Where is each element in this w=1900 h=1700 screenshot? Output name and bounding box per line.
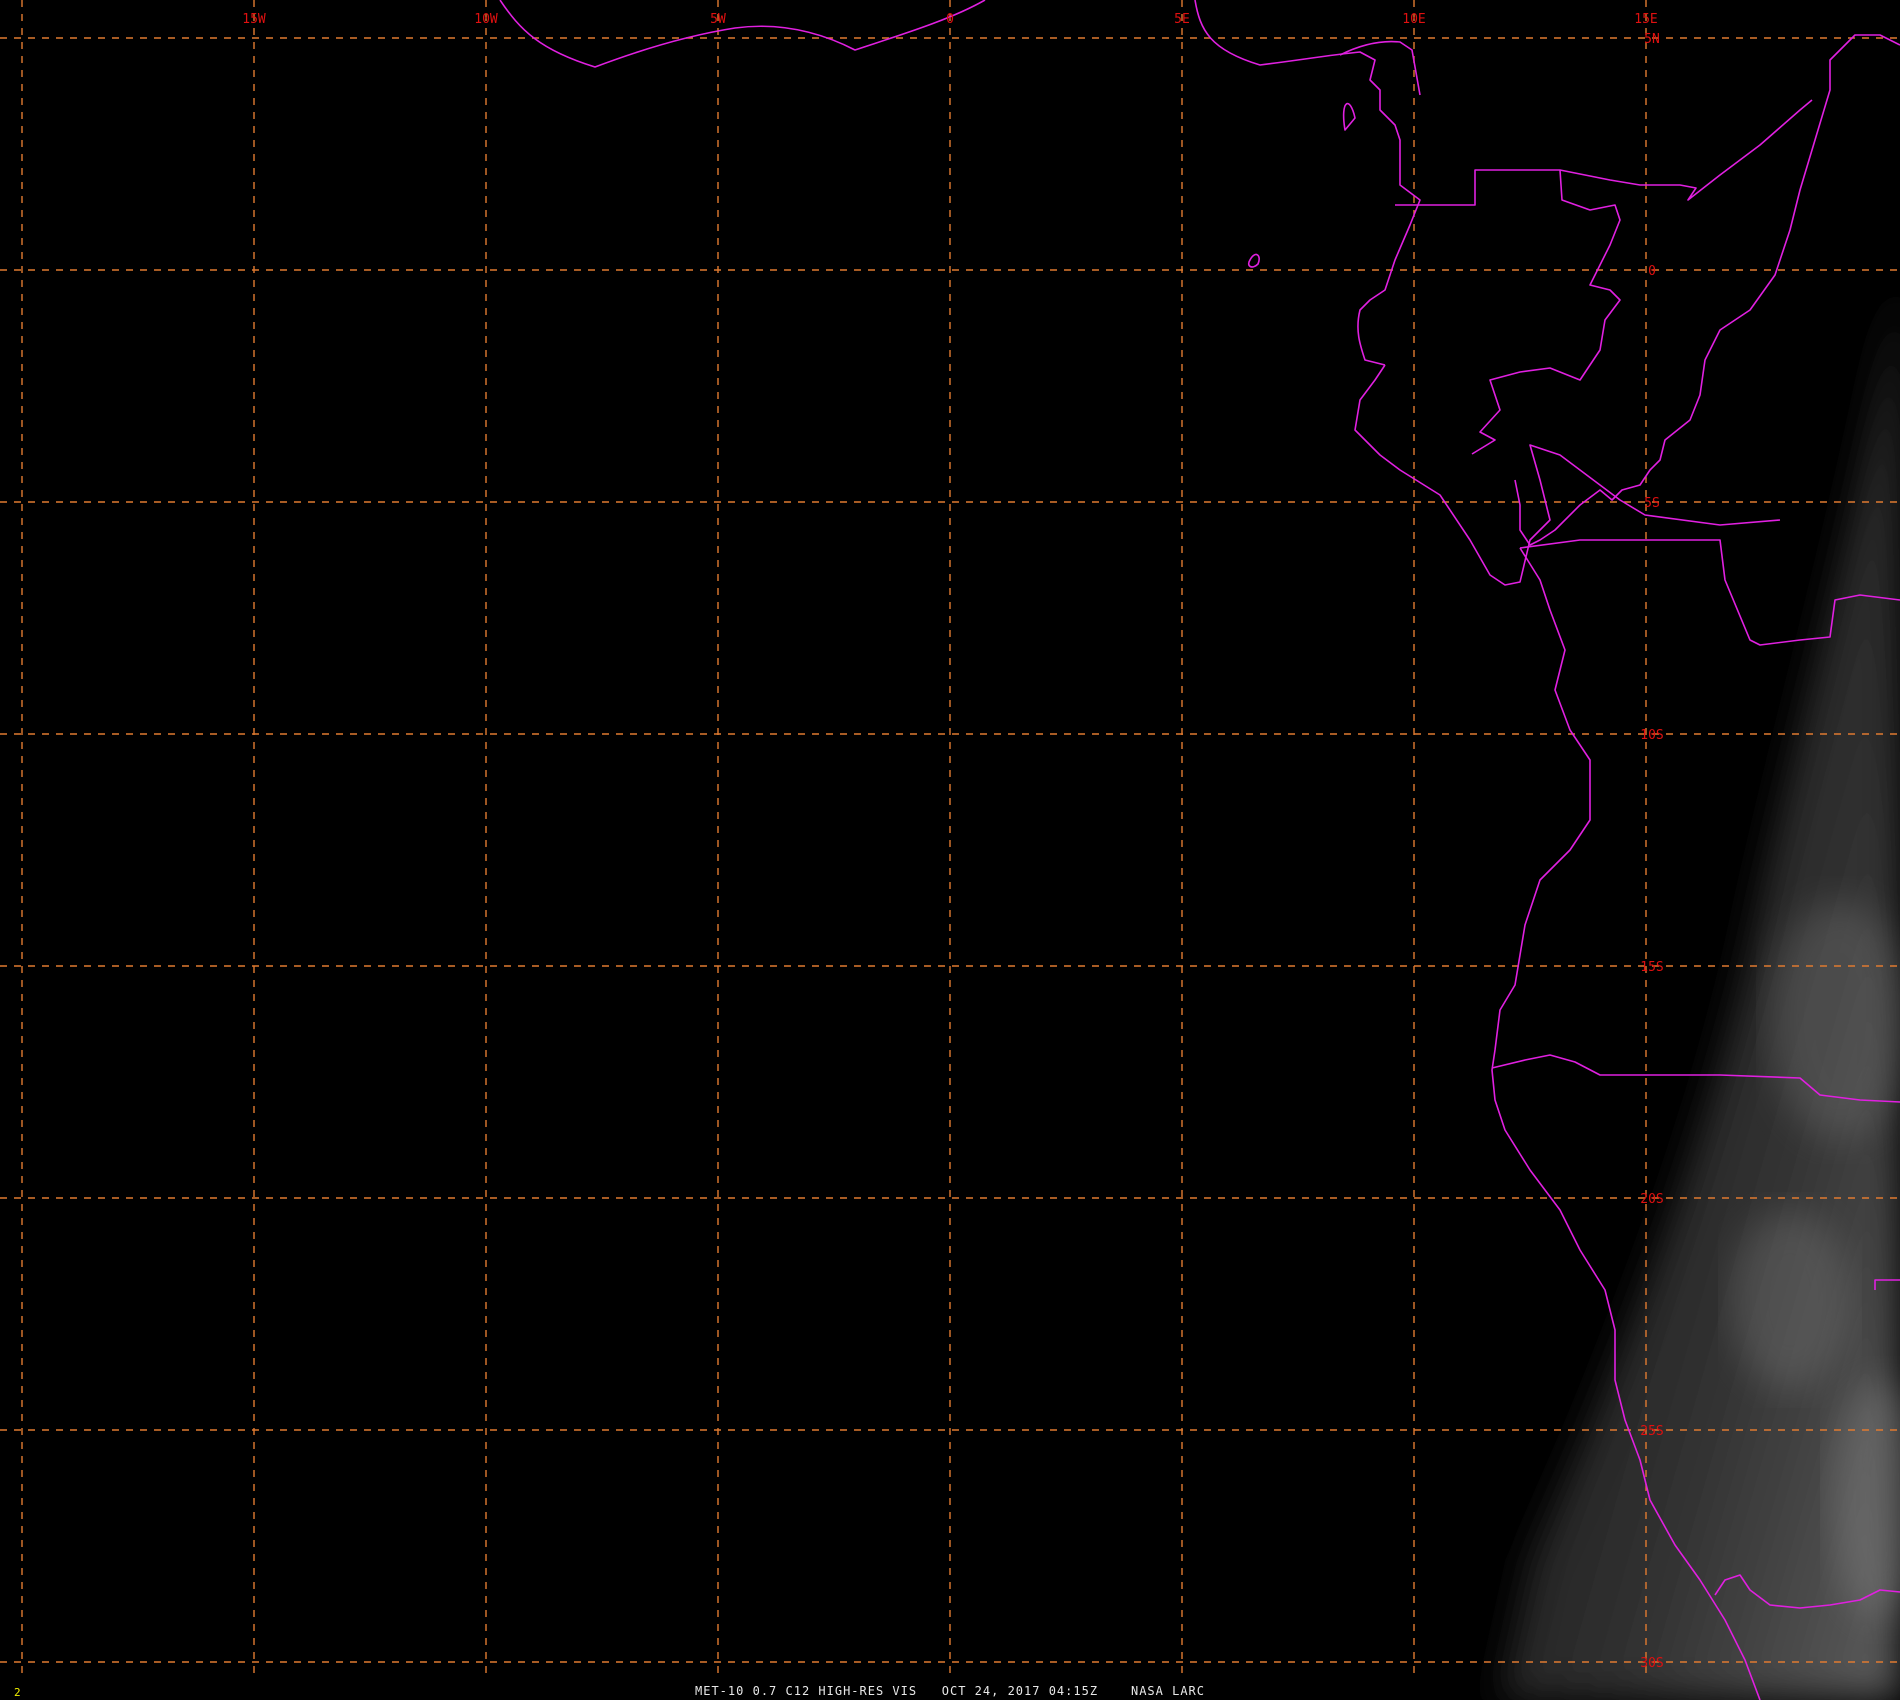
longitude-label: 15E: [1634, 12, 1657, 27]
latitude-label: 20S: [1640, 1192, 1663, 1207]
longitude-label: 5E: [1174, 12, 1190, 27]
image-caption: MET-10 0.7 C12 HIGH-RES VIS OCT 24, 2017…: [0, 1684, 1900, 1698]
longitude-label: 0: [946, 12, 954, 27]
latitude-label: 25S: [1640, 1424, 1663, 1439]
latitude-label: 30S: [1640, 1656, 1663, 1671]
credit: NASA LARC: [1130, 1684, 1205, 1698]
satellite-map: 15W 10W 5W 0 5E 10E 15E 5N 0 5S 10S 15S 20S 25S 30S: [0, 0, 1900, 1700]
longitude-label: 15W: [242, 12, 266, 27]
timestamp: OCT 24, 2017 04:15Z: [941, 1684, 1099, 1698]
longitude-label: 5W: [710, 12, 726, 27]
satellite-name: MET-10: [695, 1684, 745, 1698]
channel-name: 0.7 C12 HIGH-RES VIS: [752, 1684, 918, 1698]
latitude-label: 15S: [1640, 960, 1663, 975]
latitude-label: 10S: [1640, 728, 1663, 743]
longitude-label: 10E: [1402, 12, 1425, 27]
latitude-label: 0: [1648, 264, 1656, 279]
latitude-label: 5S: [1644, 496, 1660, 511]
longitude-label: 10W: [474, 12, 498, 27]
latitude-label: 5N: [1644, 32, 1660, 47]
